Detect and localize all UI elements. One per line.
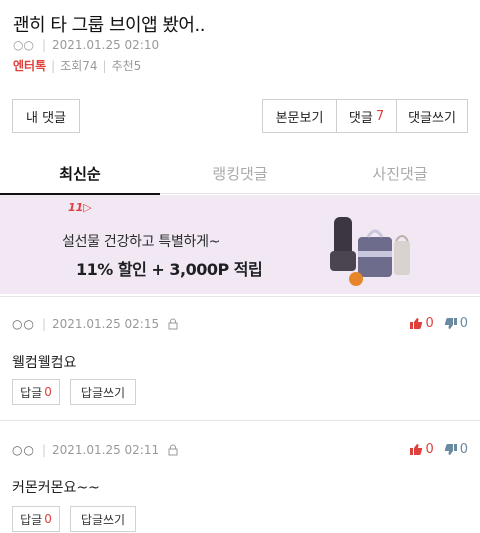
divider: | bbox=[41, 38, 46, 52]
downvote-count: 0 bbox=[459, 316, 468, 331]
post-title: 괜히 타 그룹 브이앱 봤어.. bbox=[13, 15, 205, 36]
comment-action-group: 본문보기 댓글 7 댓글쓰기 bbox=[262, 99, 468, 133]
write-comment-button[interactable]: 댓글쓰기 bbox=[397, 100, 467, 132]
lock-icon bbox=[168, 444, 178, 456]
banner-logo: 11▷ bbox=[68, 201, 92, 214]
upvote-button[interactable]: 0 bbox=[409, 442, 434, 457]
comments-label: 댓글 bbox=[348, 110, 373, 126]
divider: | bbox=[41, 317, 46, 331]
thumbs-down-icon bbox=[444, 444, 457, 455]
post-recommends: 추천5 bbox=[111, 59, 142, 73]
tab-ranking[interactable]: 랭킹댓글 bbox=[160, 152, 320, 194]
comment-votes: 0 0 bbox=[409, 442, 468, 457]
thumbs-up-icon bbox=[410, 444, 423, 455]
write-reply-button[interactable]: 답글쓰기 bbox=[70, 506, 136, 532]
thumbs-up-icon bbox=[410, 318, 423, 329]
comment-meta: ○○ | 2021.01.25 02:15 bbox=[12, 317, 179, 331]
gift-products-image bbox=[330, 217, 410, 286]
ad-banner[interactable]: 11▷ 설선물 건강하고 특별하게~ 11% 할인 + 3,000P 적립 bbox=[0, 195, 480, 294]
banner-headline: 설선물 건강하고 특별하게~ bbox=[62, 234, 221, 250]
reply-count-button[interactable]: 답글 0 bbox=[12, 506, 60, 532]
tab-photo[interactable]: 사진댓글 bbox=[320, 152, 480, 194]
post-stats: 엔터톡 | 조회74 | 추천5 bbox=[13, 57, 141, 74]
comment-item: ○○ | 2021.01.25 02:11 0 0 커몬커몬요~~ 답글 0 답… bbox=[0, 420, 480, 533]
comment-datetime: 2021.01.25 02:11 bbox=[52, 443, 160, 457]
post-category[interactable]: 엔터톡 bbox=[13, 57, 46, 74]
divider: | bbox=[51, 58, 56, 73]
upvote-button[interactable]: 0 bbox=[409, 316, 434, 331]
post-header: 괜히 타 그룹 브이앱 봤어.. ○○ | 2021.01.25 02:10 엔… bbox=[0, 0, 480, 82]
downvote-button[interactable]: 0 bbox=[444, 316, 468, 331]
comment-votes: 0 0 bbox=[409, 316, 468, 331]
comment-text: 커몬커몬요~~ bbox=[12, 480, 100, 496]
my-comments-button[interactable]: 내 댓글 bbox=[12, 99, 80, 133]
comment-item: ○○ | 2021.01.25 02:15 0 0 웰컴웰컴요 답글 0 답글쓰… bbox=[0, 296, 480, 420]
comment-author[interactable]: ○○ bbox=[12, 443, 35, 457]
post-meta: ○○ | 2021.01.25 02:10 bbox=[13, 38, 159, 52]
tab-latest[interactable]: 최신순 bbox=[0, 152, 160, 195]
reply-label: 답글 bbox=[20, 385, 43, 400]
thumbs-down-icon bbox=[444, 318, 457, 329]
reply-count-button[interactable]: 답글 0 bbox=[12, 379, 60, 405]
post-datetime: 2021.01.25 02:10 bbox=[52, 38, 160, 52]
comment-datetime: 2021.01.25 02:15 bbox=[52, 317, 160, 331]
divider: | bbox=[102, 58, 107, 73]
comment-sort-tabs: 최신순 랭킹댓글 사진댓글 bbox=[0, 152, 480, 195]
comment-text: 웰컴웰컴요 bbox=[12, 355, 77, 371]
reply-count: 0 bbox=[44, 512, 52, 526]
lock-icon bbox=[168, 318, 178, 330]
downvote-button[interactable]: 0 bbox=[444, 442, 468, 457]
write-reply-button[interactable]: 답글쓰기 bbox=[70, 379, 136, 405]
comments-count-button[interactable]: 댓글 7 bbox=[337, 100, 397, 132]
downvote-count: 0 bbox=[459, 442, 468, 457]
banner-offer: 11% 할인 + 3,000P 적립 bbox=[76, 260, 263, 279]
divider: | bbox=[41, 443, 46, 457]
post-author[interactable]: ○○ bbox=[13, 38, 34, 52]
upvote-count: 0 bbox=[425, 442, 434, 457]
comment-author[interactable]: ○○ bbox=[12, 317, 35, 331]
reply-count: 0 bbox=[44, 385, 52, 399]
comments-count: 7 bbox=[375, 108, 385, 124]
comment-meta: ○○ | 2021.01.25 02:11 bbox=[12, 443, 179, 457]
post-views: 조회74 bbox=[60, 59, 98, 73]
upvote-count: 0 bbox=[425, 316, 434, 331]
reply-label: 답글 bbox=[20, 512, 43, 527]
view-post-button[interactable]: 본문보기 bbox=[263, 100, 337, 132]
